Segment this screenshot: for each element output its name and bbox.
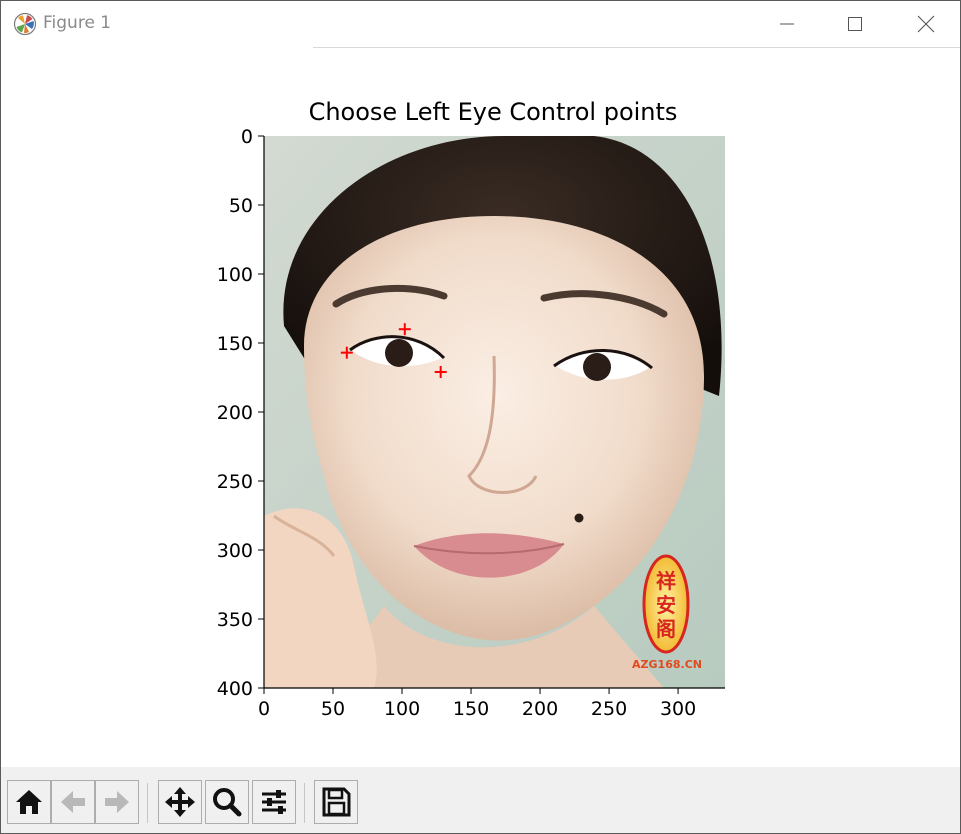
- zoom-button[interactable]: [205, 780, 249, 824]
- subplots-config-button[interactable]: [252, 780, 296, 824]
- pan-icon: [165, 787, 195, 817]
- close-button[interactable]: [892, 1, 960, 47]
- save-button[interactable]: [314, 780, 358, 824]
- minimize-icon: [780, 23, 794, 25]
- seal-char-3: 阁: [656, 617, 676, 641]
- forward-button[interactable]: [95, 780, 139, 824]
- home-button[interactable]: [7, 780, 51, 824]
- maximize-button[interactable]: [821, 1, 889, 47]
- matplotlib-logo-icon: [13, 12, 37, 36]
- seal-char-2: 安: [656, 593, 676, 617]
- window-title: Figure 1: [43, 13, 112, 33]
- back-button[interactable]: [51, 780, 95, 824]
- forward-arrow-icon: [105, 791, 129, 813]
- toolbar-separator: [304, 783, 305, 823]
- plot-title: Choose Left Eye Control points: [308, 98, 678, 126]
- minimize-button[interactable]: [753, 1, 821, 47]
- save-icon: [322, 787, 351, 817]
- seal-char-1: 祥: [656, 569, 676, 593]
- toolbar-separator: [147, 783, 148, 823]
- face-image: 祥 安 阁 AZG168.CN: [264, 136, 725, 688]
- maximize-icon: [848, 17, 862, 31]
- watermark-caption: AZG168.CN: [632, 658, 702, 671]
- home-icon: [16, 790, 42, 814]
- back-arrow-icon: [61, 791, 85, 813]
- zoom-icon: [213, 788, 242, 817]
- figure-window: Figure 1 Choose Left Eye Control points: [0, 0, 961, 834]
- title-bar[interactable]: Figure 1: [1, 1, 960, 47]
- pan-button[interactable]: [158, 780, 202, 824]
- subplots-config-icon: [262, 790, 286, 814]
- navigation-toolbar: [1, 767, 960, 833]
- face-photo[interactable]: 祥 安 阁 AZG168.CN: [264, 136, 725, 688]
- close-icon: [917, 15, 935, 33]
